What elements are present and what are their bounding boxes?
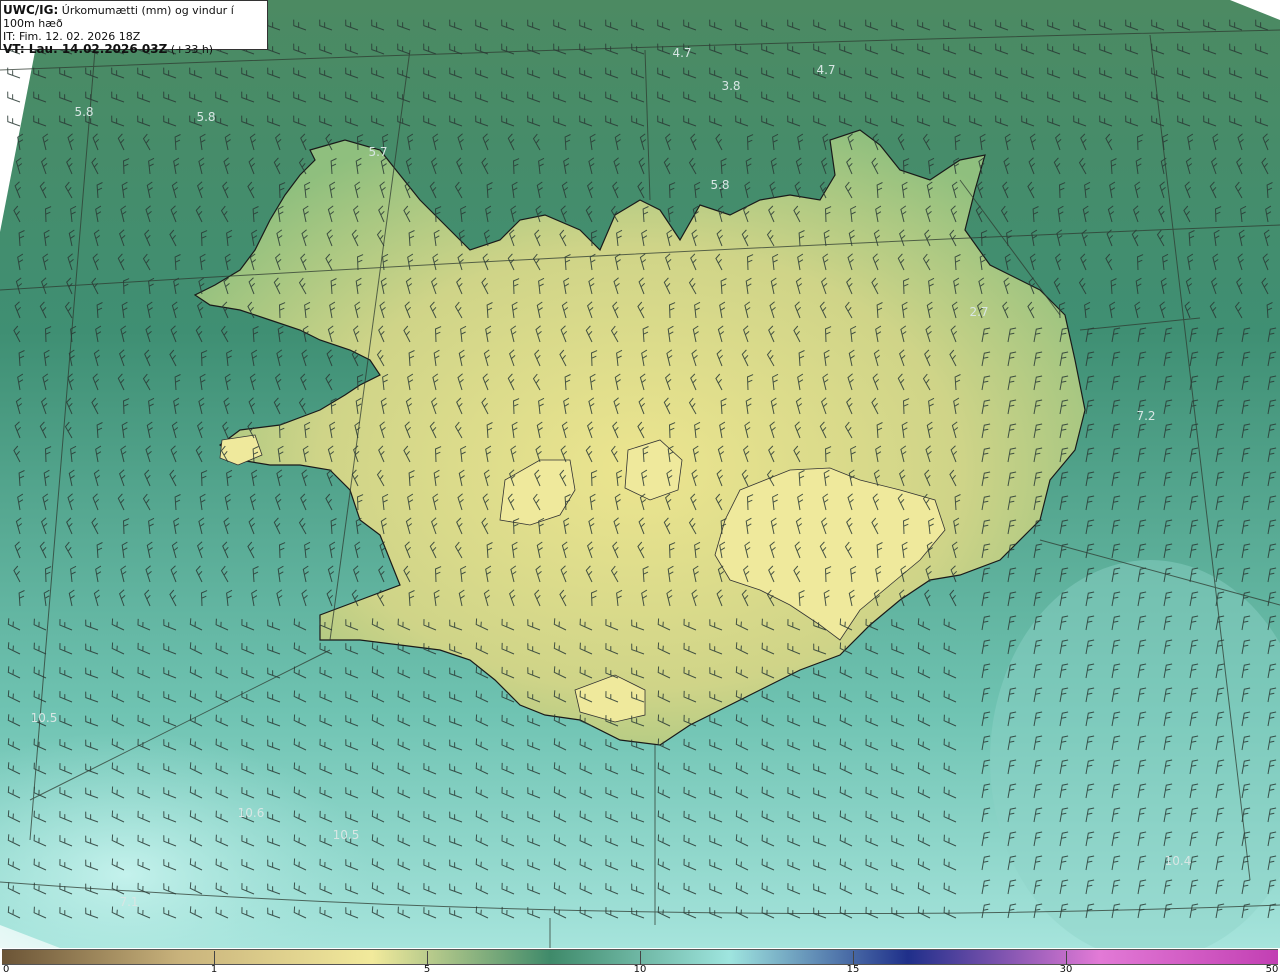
map-value-label: 3.8 [721, 79, 740, 93]
colorbar-tick: 10 [633, 964, 647, 975]
colorbar-separator [214, 951, 215, 965]
colorbar-tick: 30 [1059, 964, 1073, 975]
map-value-label: 7.1 [119, 895, 138, 909]
map-header: UWC/IG: Úrkomumætti (mm) og vindur í 100… [0, 0, 268, 56]
colorbar-tick: 15 [846, 964, 860, 975]
colorbar-tick: 5 [423, 964, 431, 975]
colorbar-tick: 50 [1265, 964, 1279, 975]
colorbar-tick: 0 [3, 964, 10, 975]
colorbar-gradient [2, 949, 1278, 965]
map-value-label: 5.7 [368, 145, 387, 159]
colorbar-separator [853, 951, 854, 965]
map-value-label: 4.7 [816, 63, 835, 77]
map-value-label: 5.8 [196, 110, 215, 124]
map-value-label: 7.2 [1136, 409, 1155, 423]
colorbar-tick: 1 [210, 964, 218, 975]
colorbar-separator [640, 951, 641, 965]
map-value-label: 10.6 [238, 806, 265, 820]
map-value-label: 10.4 [1165, 854, 1192, 868]
colorbar-separator [427, 951, 428, 965]
map-value-label: 5.8 [710, 178, 729, 192]
precipitation-wind-map: 4.7 3.8 4.7 5.8 5.8 5.7 5.8 2.7 7.2 10.5 10.6 10.5 1… [0, 0, 1280, 948]
colorbar-separator [1066, 951, 1067, 965]
model-label: UWC/IG: [3, 3, 59, 17]
valid-time: VT: Lau. 14.02.2026 03Z [3, 42, 168, 56]
map-value-label: 10.5 [333, 828, 360, 842]
colorbar: 0 1 5 10 15 30 50 [0, 948, 1280, 978]
map-value-label: 4.7 [672, 46, 691, 60]
lead-time: (+33 h) [170, 43, 214, 56]
map-value-label: 5.8 [74, 105, 93, 119]
map-value-label: 10.5 [31, 711, 58, 725]
map-value-label: 2.7 [969, 305, 988, 319]
